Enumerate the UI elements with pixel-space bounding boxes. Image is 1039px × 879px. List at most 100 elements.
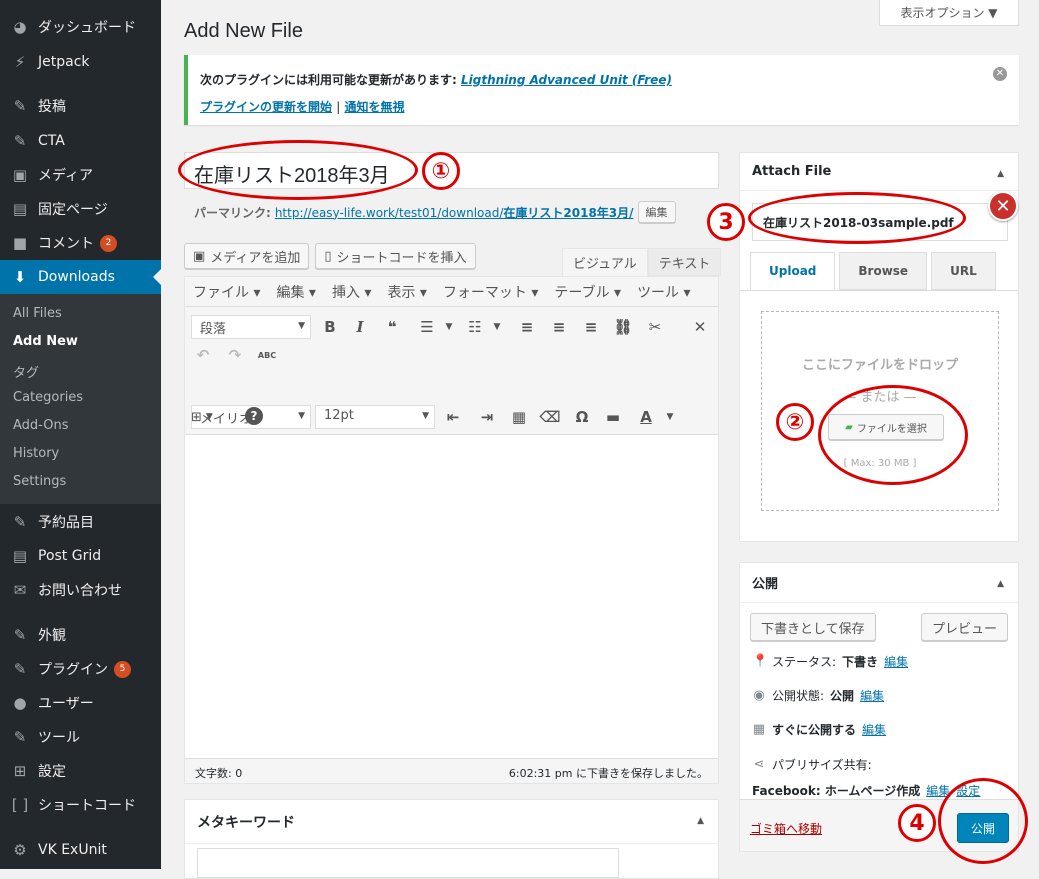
submenu-all-files[interactable]: All Files	[13, 306, 62, 321]
table-control[interactable]: ⊞ ▼	[191, 405, 239, 429]
menu-file[interactable]: ファイル ▾	[193, 282, 260, 302]
format-select[interactable]: 段落	[191, 315, 311, 339]
save-draft-button[interactable]: 下書きとして保存	[750, 613, 876, 641]
submenu-add-new[interactable]: Add New	[13, 334, 78, 349]
help-icon[interactable]: ?	[245, 407, 263, 425]
chevron-down-icon[interactable]: ▼	[658, 405, 682, 429]
status-row: 📍 ステータス: 下書き 編集	[752, 653, 908, 670]
submenu-tags[interactable]: タグ	[13, 362, 39, 381]
align-right-icon[interactable]: ≡	[579, 315, 603, 339]
menu-label: お問い合わせ	[38, 583, 122, 599]
submenu-add-ons[interactable]: Add-Ons	[13, 418, 68, 433]
menu-dashboard[interactable]: ◕ ダッシュボード	[0, 10, 161, 44]
annotation-3: 3	[707, 203, 745, 241]
menu-format[interactable]: フォーマット ▾	[443, 282, 538, 302]
collapse-icon[interactable]: ▲	[997, 579, 1004, 589]
link-icon[interactable]: ⛓	[611, 315, 635, 339]
unlink-icon[interactable]: ✂	[643, 315, 667, 339]
close-icon[interactable]: ✕	[993, 67, 1007, 81]
font-size-select[interactable]: 12pt	[315, 405, 435, 429]
menu-tools[interactable]: ツール ▾	[637, 282, 690, 302]
omega-icon[interactable]: Ω	[570, 405, 594, 429]
submenu-settings[interactable]: Settings	[13, 474, 66, 489]
tab-upload[interactable]: Upload	[750, 252, 836, 290]
menu-settings[interactable]: ⊞ 設定	[0, 754, 161, 788]
insert-shortcode-button[interactable]: ▯ ショートコードを挿入	[315, 243, 476, 269]
start-update-link[interactable]: プラグインの更新を開始	[200, 100, 332, 114]
dismiss-link[interactable]: 通知を無視	[344, 100, 404, 114]
menu-media[interactable]: ▣ メディア	[0, 158, 161, 192]
undo-icon[interactable]: ↶	[191, 343, 215, 367]
menu-plugins[interactable]: ✎ プラグイン 5	[0, 652, 161, 686]
media-buttons: ▣ メディアを追加 ▯ ショートコードを挿入	[184, 243, 476, 269]
edit-schedule-link[interactable]: 編集	[862, 721, 886, 738]
text-color-icon[interactable]: A	[634, 405, 658, 429]
schedule-row: ▦ すぐに公開する 編集	[752, 721, 886, 738]
menu-tools[interactable]: ✎ ツール	[0, 720, 161, 754]
fullscreen-icon[interactable]: ✕	[688, 315, 712, 339]
tab-browse[interactable]: Browse	[839, 252, 928, 290]
menu-users[interactable]: ● ユーザー	[0, 686, 161, 720]
menu-pages[interactable]: ▤ 固定ページ	[0, 192, 161, 226]
status-value: 下書き	[842, 655, 879, 669]
meta-keyword-title: メタキーワード	[185, 800, 718, 844]
paste-icon[interactable]: ▦	[507, 405, 531, 429]
chevron-down-icon[interactable]: ▼	[437, 315, 461, 339]
menu-edit[interactable]: 編集 ▾	[276, 282, 315, 302]
eraser-icon[interactable]: ⌫	[538, 405, 562, 429]
annotation-ring-title	[178, 140, 418, 200]
attach-tabs: Upload Browse URL	[750, 252, 996, 290]
menu-post-grid[interactable]: ▤ Post Grid	[0, 539, 161, 573]
align-center-icon[interactable]: ≡	[547, 315, 571, 339]
edit-permalink-button[interactable]: 編集	[637, 201, 676, 223]
italic-icon[interactable]: I	[348, 315, 372, 339]
blockquote-icon[interactable]: ❝	[380, 315, 404, 339]
numbered-list-icon[interactable]: ☷	[463, 315, 487, 339]
collapse-icon[interactable]: ▲	[697, 816, 704, 826]
table-icon: ⊞	[191, 409, 202, 425]
menu-table[interactable]: テーブル ▾	[554, 282, 621, 302]
permalink-link[interactable]: http://easy-life.work/test01/download/在庫…	[275, 204, 634, 221]
meta-keyword-input[interactable]	[197, 848, 619, 878]
screen-options-button[interactable]: 表示オプション ▼	[879, 0, 1019, 26]
menu-insert[interactable]: 挿入 ▾	[332, 282, 371, 302]
indent-icon[interactable]: ⇥	[475, 405, 499, 429]
menu-comments[interactable]: ■ コメント 2	[0, 226, 161, 260]
menu-reservation[interactable]: ✎ 予約品目	[0, 505, 161, 539]
redo-icon[interactable]: ↷	[223, 343, 247, 367]
add-media-button[interactable]: ▣ メディアを追加	[184, 243, 310, 269]
menu-shortcode[interactable]: [ ] ショートコード	[0, 788, 161, 822]
menu-posts[interactable]: ✎ 投稿	[0, 89, 161, 123]
menu-cta[interactable]: ✎ CTA	[0, 124, 161, 158]
collapse-icon[interactable]: ▲	[997, 169, 1004, 179]
plugin-link[interactable]: Ligthning Advanced Unit (Free)	[461, 73, 672, 87]
spellcheck-icon[interactable]: ABC	[255, 343, 279, 367]
menu-downloads[interactable]: ⬇ Downloads	[0, 260, 161, 294]
chevron-down-icon[interactable]: ▼	[485, 315, 509, 339]
tab-url[interactable]: URL	[931, 252, 996, 290]
submenu-history[interactable]: History	[13, 446, 59, 461]
visibility-value: 公開	[830, 689, 855, 703]
menu-vk-exunit[interactable]: ⚙ VK ExUnit	[0, 833, 161, 867]
align-left-icon[interactable]: ≡	[515, 315, 539, 339]
meta-keyword-box: メタキーワード ▲	[184, 799, 719, 879]
menu-jetpack[interactable]: ⚡ Jetpack	[0, 45, 161, 79]
outdent-icon[interactable]: ⇤	[441, 405, 465, 429]
menu-label: 設定	[38, 764, 66, 780]
remove-file-icon[interactable]: ✕	[988, 191, 1018, 221]
trash-link[interactable]: ゴミ箱へ移動	[750, 820, 822, 837]
bullet-list-icon[interactable]: ☰	[415, 315, 439, 339]
jetpack-icon: ⚡	[14, 53, 26, 71]
menu-label: 固定ページ	[38, 202, 108, 218]
tab-visual[interactable]: ビジュアル	[562, 248, 648, 276]
submenu-categories[interactable]: Categories	[13, 390, 83, 405]
menu-contact[interactable]: ✉ お問い合わせ	[0, 573, 161, 607]
menu-view[interactable]: 表示 ▾	[387, 282, 426, 302]
hr-icon[interactable]: ▬	[601, 405, 625, 429]
bold-icon[interactable]: B	[318, 315, 342, 339]
edit-status-link[interactable]: 編集	[884, 653, 908, 670]
preview-button[interactable]: プレビュー	[921, 613, 1009, 641]
edit-visibility-link[interactable]: 編集	[860, 687, 884, 704]
tab-text[interactable]: テキスト	[647, 248, 722, 276]
menu-appearance[interactable]: ✎ 外観	[0, 618, 161, 652]
